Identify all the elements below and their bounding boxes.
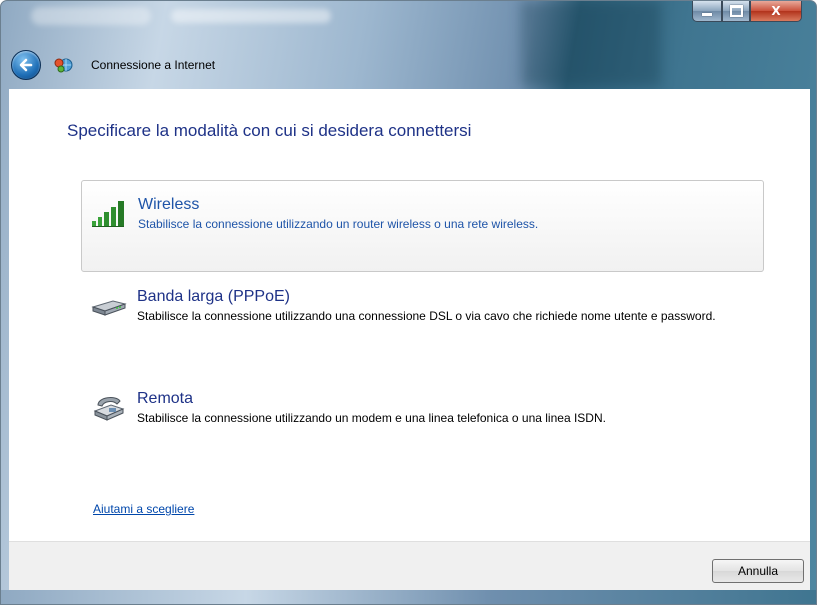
title-bar-blur bbox=[171, 9, 331, 23]
option-title: Wireless bbox=[138, 196, 200, 213]
window-title: Connessione a Internet bbox=[91, 58, 216, 72]
wizard-footer: Annulla bbox=[9, 541, 810, 591]
option-text: Remota Stabilisce la connessione utilizz… bbox=[137, 389, 764, 427]
option-broadband[interactable]: Banda larga (PPPoE) Stabilisce la connes… bbox=[81, 287, 764, 367]
back-button[interactable] bbox=[11, 50, 41, 80]
maximize-icon bbox=[729, 5, 743, 17]
minimize-button[interactable] bbox=[692, 1, 722, 22]
internet-connection-icon bbox=[54, 58, 73, 73]
option-description: Stabilisce la connessione utilizzando un… bbox=[138, 217, 539, 231]
navigation-bar: Connessione a Internet bbox=[11, 49, 215, 81]
close-icon: X bbox=[771, 4, 781, 18]
minimize-icon bbox=[702, 13, 712, 16]
window-frame-bottom bbox=[1, 590, 816, 604]
wizard-window: X Connessione a Internet Specificare la … bbox=[0, 0, 817, 605]
option-wireless[interactable]: Wireless Stabilisce la connessione utili… bbox=[81, 180, 764, 272]
title-bar-blur bbox=[521, 1, 661, 86]
close-button[interactable]: X bbox=[750, 1, 802, 22]
page-heading: Specificare la modalità con cui si desid… bbox=[67, 121, 472, 140]
option-dialup[interactable]: Remota Stabilisce la connessione utilizz… bbox=[81, 389, 764, 439]
wireless-signal-icon bbox=[92, 201, 124, 227]
back-arrow-icon bbox=[19, 58, 33, 72]
maximize-button[interactable] bbox=[722, 1, 750, 22]
option-text: Banda larga (PPPoE) Stabilisce la connes… bbox=[137, 287, 764, 325]
title-bar-blur bbox=[31, 7, 151, 25]
help-me-choose-link[interactable]: Aiutami a scegliere bbox=[93, 502, 194, 516]
option-title: Banda larga (PPPoE) bbox=[137, 288, 290, 305]
cancel-button[interactable]: Annulla bbox=[712, 559, 804, 583]
window-controls: X bbox=[692, 1, 810, 24]
option-title: Remota bbox=[137, 390, 194, 407]
option-description: Stabilisce la connessione utilizzando un… bbox=[137, 309, 716, 323]
wizard-content: Specificare la modalità con cui si desid… bbox=[9, 89, 810, 541]
broadband-modem-icon bbox=[91, 300, 127, 316]
option-description: Stabilisce la connessione utilizzando un… bbox=[137, 411, 606, 425]
option-text: Wireless Stabilisce la connessione utili… bbox=[138, 195, 763, 233]
dialup-phone-icon bbox=[93, 397, 125, 421]
